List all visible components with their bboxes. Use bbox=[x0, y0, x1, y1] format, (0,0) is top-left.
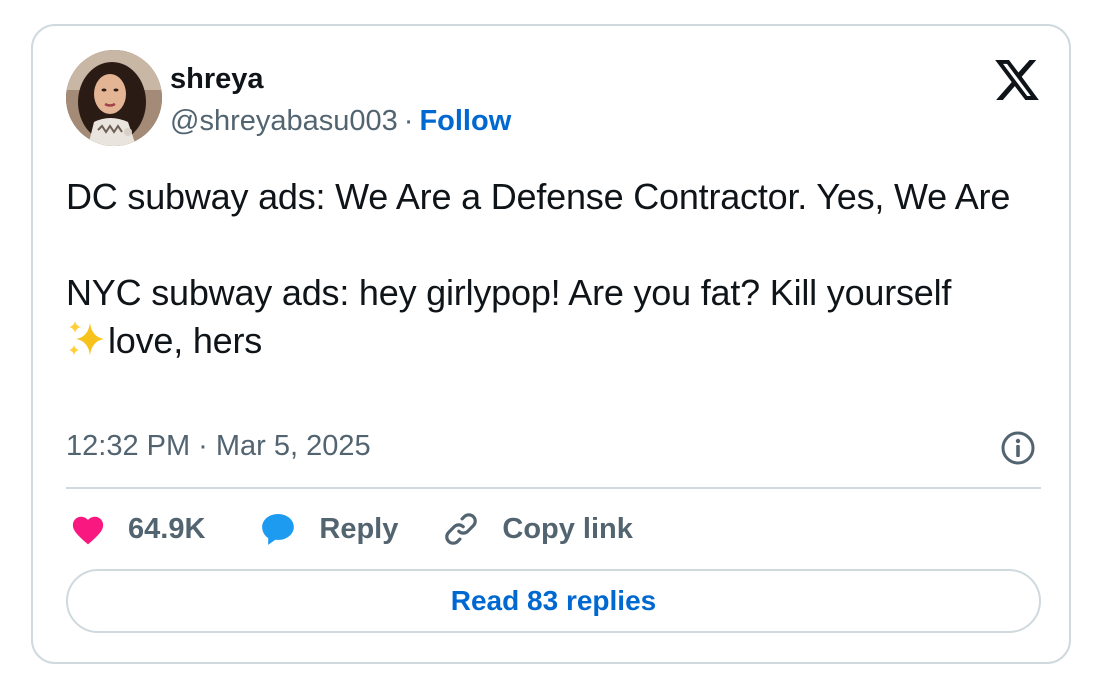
tweet-paragraph-1: DC subway ads: We Are a Defense Contract… bbox=[66, 176, 1011, 217]
tweet-paragraph-3: love, hers bbox=[66, 317, 1046, 365]
tweet-line-3-text: love, hers bbox=[108, 320, 263, 361]
tweet-embed-card: shreya @shreyabasu003 · Follow DC subway a… bbox=[31, 24, 1071, 664]
reply-bubble-icon bbox=[259, 510, 297, 548]
avatar-image bbox=[66, 50, 162, 146]
handle-row: @shreyabasu003 · Follow bbox=[170, 104, 511, 138]
heart-icon bbox=[70, 513, 106, 545]
like-button[interactable]: 64.9K bbox=[70, 513, 205, 546]
copy-link-button[interactable]: Copy link bbox=[442, 510, 633, 548]
read-replies-button[interactable]: Read 83 replies bbox=[66, 569, 1041, 633]
sparkles-icon bbox=[69, 321, 104, 355]
divider bbox=[66, 487, 1041, 489]
copy-link-label: Copy link bbox=[502, 512, 633, 545]
tweet-timestamp[interactable]: 12:32 PM · Mar 5, 2025 bbox=[66, 429, 371, 463]
avatar[interactable] bbox=[66, 50, 162, 146]
tweet-paragraph-2: NYC subway ads: hey girlypop! Are you fa… bbox=[66, 272, 952, 313]
reply-button[interactable]: Reply bbox=[259, 510, 398, 548]
action-bar: 64.9K Reply Copy link bbox=[70, 508, 633, 550]
link-icon bbox=[442, 510, 480, 548]
handle-separator: · bbox=[403, 105, 414, 137]
follow-link[interactable]: Follow bbox=[419, 105, 511, 137]
user-handle[interactable]: @shreyabasu003 bbox=[170, 105, 398, 137]
like-count: 64.9K bbox=[128, 512, 206, 545]
info-icon[interactable] bbox=[1000, 430, 1036, 466]
display-name[interactable]: shreya bbox=[170, 62, 264, 96]
x-logo-icon[interactable] bbox=[995, 60, 1039, 100]
tweet-text: DC subway ads: We Are a Defense Contract… bbox=[66, 173, 1046, 365]
reply-label: Reply bbox=[319, 512, 399, 545]
